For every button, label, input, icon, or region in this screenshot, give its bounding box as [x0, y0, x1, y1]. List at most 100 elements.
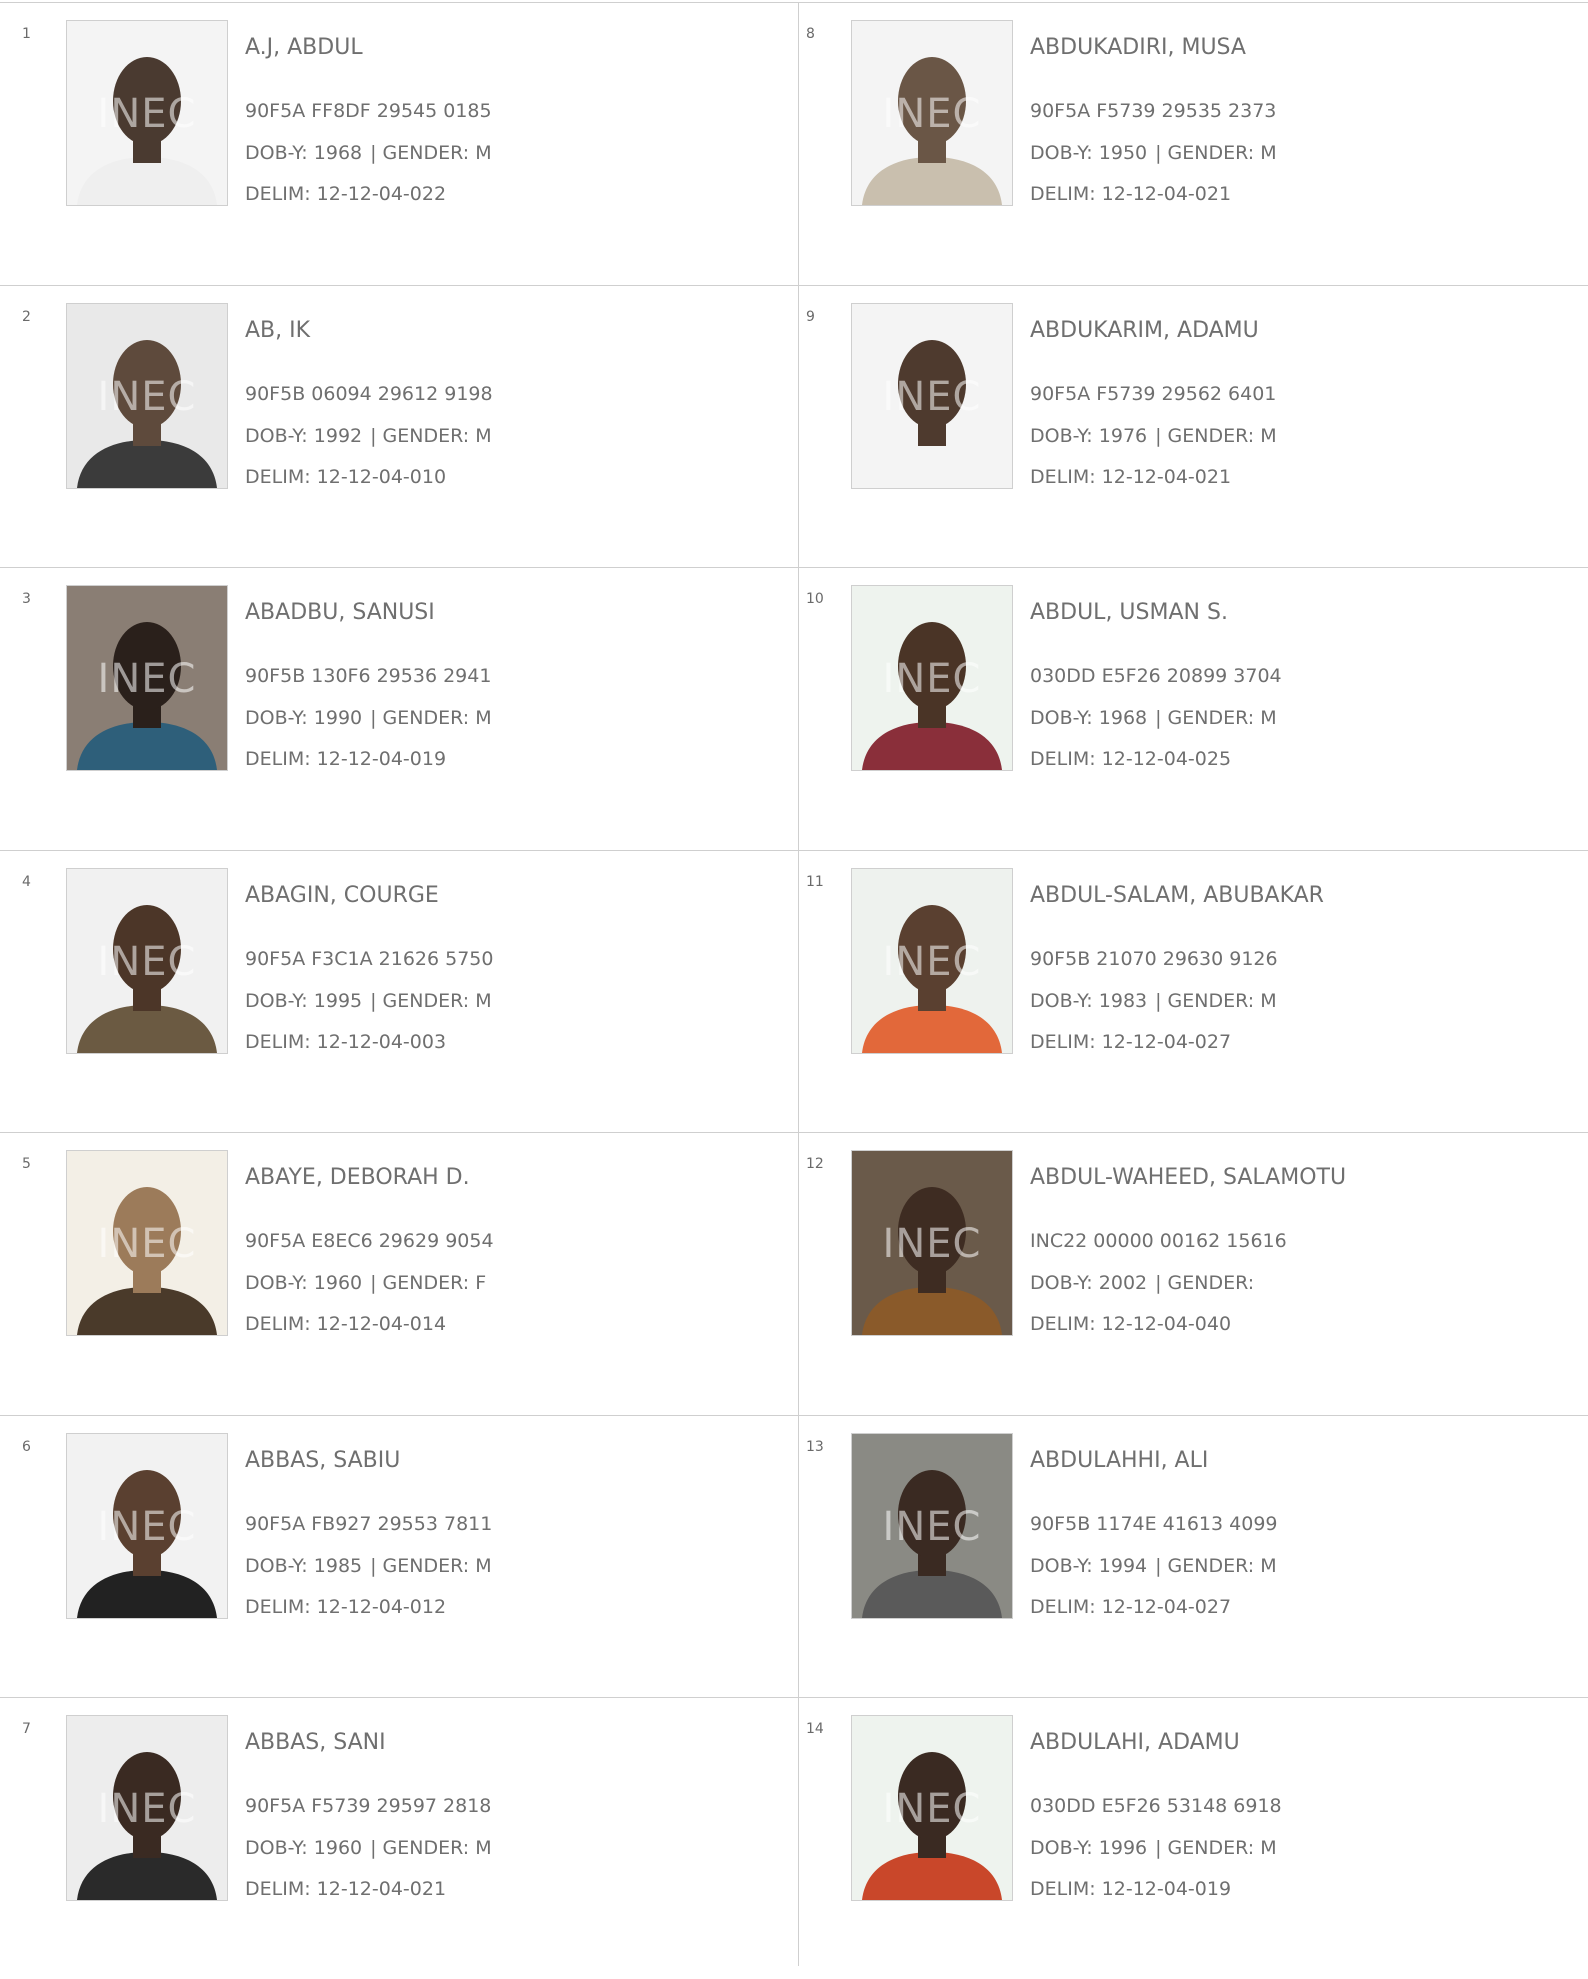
voter-name: ABDULAHI, ADAMU: [1030, 1730, 1240, 1755]
dob-label: DOB-Y:: [1030, 989, 1093, 1012]
dob-label: DOB-Y:: [1030, 142, 1093, 164]
delim-line: DELIM: 12-12-04-027: [1030, 1596, 1231, 1618]
separator: |: [1155, 424, 1162, 447]
voter-vin: 030DD E5F26 53148 6918: [1030, 1795, 1282, 1817]
delim-label: DELIM:: [1030, 1595, 1096, 1618]
delim-line: DELIM: 12-12-04-021: [1030, 183, 1231, 205]
voter-card: 12 INEC ABDUL-WAHEED, SALAMOTU INC22 00000 …: [0, 1132, 1588, 1414]
gender-value: M: [1260, 142, 1277, 164]
separator: |: [1155, 707, 1162, 729]
gender-label: GENDER:: [1167, 989, 1255, 1012]
separator: |: [1155, 142, 1162, 164]
dob-year: 1996: [1098, 1837, 1148, 1859]
delim-line: DELIM: 12-12-04-025: [1030, 748, 1231, 770]
dob-year: 1976: [1098, 424, 1148, 447]
separator: |: [1155, 1272, 1162, 1294]
dob-label: DOB-Y:: [1030, 424, 1093, 447]
row-separator: [0, 1132, 1588, 1133]
gender-value: M: [1260, 707, 1277, 729]
voter-card: 13 INEC ABDULAHHI, ALI 90F5B 1174E 41613 40…: [0, 1415, 1588, 1697]
photo-watermark: INEC: [882, 1221, 982, 1267]
voter-number: 13: [806, 1438, 824, 1455]
voter-photo: INEC: [851, 20, 1013, 206]
gender-value: M: [1260, 424, 1277, 447]
delim-line: DELIM: 12-12-04-021: [1030, 466, 1231, 488]
delim-value: 12-12-04-040: [1101, 1313, 1232, 1335]
voter-photo: INEC: [851, 585, 1013, 771]
dob-year: 2002: [1098, 1272, 1148, 1294]
gender-label: GENDER:: [1167, 707, 1255, 729]
dob-gender-line: DOB-Y: 1983 | GENDER: M: [1030, 990, 1277, 1012]
voter-number: 12: [806, 1156, 824, 1172]
gender-label: GENDER:: [1167, 1272, 1255, 1294]
voter-name: ABDULAHHI, ALI: [1030, 1447, 1209, 1473]
dob-label: DOB-Y:: [1030, 1272, 1093, 1294]
voter-card: 9 INEC ABDUKARIM, ADAMU 90F5A F5739 29562 6…: [0, 285, 1588, 567]
voter-number: 8: [806, 26, 815, 42]
voter-card: 11 INEC ABDUL-SALAM, ABUBAKAR 90F5B 21070 2…: [0, 850, 1588, 1132]
delim-label: DELIM:: [1030, 748, 1096, 770]
separator: |: [1155, 989, 1162, 1012]
delim-value: 12-12-04-019: [1101, 1878, 1232, 1900]
photo-watermark: INEC: [882, 1503, 982, 1550]
delim-label: DELIM:: [1030, 1030, 1096, 1053]
gender-label: GENDER:: [1167, 424, 1255, 447]
voter-card: 8 INEC ABDUKADIRI, MUSA 90F5A F5739 29535 2…: [0, 2, 1588, 284]
photo-watermark: INEC: [882, 1786, 982, 1832]
voter-card: 14 INEC ABDULAHI, ADAMU 030DD E5F26 53148 6…: [0, 1697, 1588, 1979]
delim-value: 12-12-04-021: [1101, 465, 1232, 488]
delim-value: 12-12-04-027: [1101, 1030, 1232, 1053]
delim-label: DELIM:: [1030, 183, 1096, 205]
voter-vin: 90F5A F5739 29562 6401: [1030, 382, 1277, 405]
gender-label: GENDER:: [1167, 142, 1255, 164]
voter-vin: 90F5B 21070 29630 9126: [1030, 947, 1278, 970]
dob-gender-line: DOB-Y: 1976 | GENDER: M: [1030, 425, 1277, 447]
voter-photo: INEC: [851, 1150, 1013, 1336]
dob-year: 1950: [1098, 142, 1148, 164]
voter-vin: 90F5B 1174E 41613 4099: [1030, 1512, 1278, 1535]
voter-card: 10 INEC ABDUL, USMAN S. 030DD E5F26 20899 3…: [0, 567, 1588, 849]
voter-number: 10: [806, 591, 824, 607]
photo-watermark: INEC: [882, 938, 982, 985]
dob-year: 1983: [1098, 989, 1148, 1012]
separator: |: [1155, 1837, 1162, 1859]
gender-label: GENDER:: [1167, 1554, 1255, 1577]
dob-label: DOB-Y:: [1030, 1554, 1093, 1577]
voter-photo: INEC: [851, 1715, 1013, 1901]
voter-photo: INEC: [851, 1432, 1013, 1619]
voter-name: ABDUKADIRI, MUSA: [1030, 35, 1246, 60]
gender-value: M: [1260, 1554, 1277, 1577]
delim-label: DELIM:: [1030, 465, 1096, 488]
row-separator: [0, 1697, 1588, 1698]
delim-line: DELIM: 12-12-04-040: [1030, 1313, 1231, 1335]
photo-watermark: INEC: [882, 373, 982, 420]
gender-label: GENDER:: [1167, 1837, 1255, 1859]
dob-year: 1994: [1098, 1554, 1148, 1577]
delim-label: DELIM:: [1030, 1878, 1096, 1900]
voter-vin: INC22 00000 00162 15616: [1030, 1230, 1287, 1252]
delim-value: 12-12-04-021: [1101, 183, 1232, 205]
voter-vin: 030DD E5F26 20899 3704: [1030, 665, 1282, 687]
voter-photo: INEC: [851, 867, 1013, 1054]
voter-name: ABDUKARIM, ADAMU: [1030, 317, 1259, 343]
voter-vin: 90F5A F5739 29535 2373: [1030, 100, 1277, 122]
delim-line: DELIM: 12-12-04-019: [1030, 1878, 1231, 1900]
row-separator: [0, 284, 1588, 286]
dob-label: DOB-Y:: [1030, 707, 1093, 729]
voter-photo: INEC: [851, 302, 1013, 489]
delim-line: DELIM: 12-12-04-027: [1030, 1031, 1231, 1053]
gender-value: M: [1260, 989, 1277, 1012]
row-separator: [0, 1414, 1588, 1416]
separator: |: [1155, 1554, 1162, 1577]
delim-value: 12-12-04-027: [1101, 1595, 1232, 1618]
delim-value: 12-12-04-025: [1101, 748, 1232, 770]
voter-name: ABDUL-SALAM, ABUBAKAR: [1030, 882, 1324, 908]
photo-watermark: INEC: [882, 656, 982, 702]
gender-value: M: [1260, 1837, 1277, 1859]
row-separator: [0, 849, 1588, 851]
voter-number: 11: [806, 873, 824, 890]
dob-label: DOB-Y:: [1030, 1837, 1093, 1859]
dob-year: 1968: [1098, 707, 1148, 729]
delim-label: DELIM:: [1030, 1313, 1096, 1335]
voter-name: ABDUL-WAHEED, SALAMOTU: [1030, 1165, 1347, 1190]
